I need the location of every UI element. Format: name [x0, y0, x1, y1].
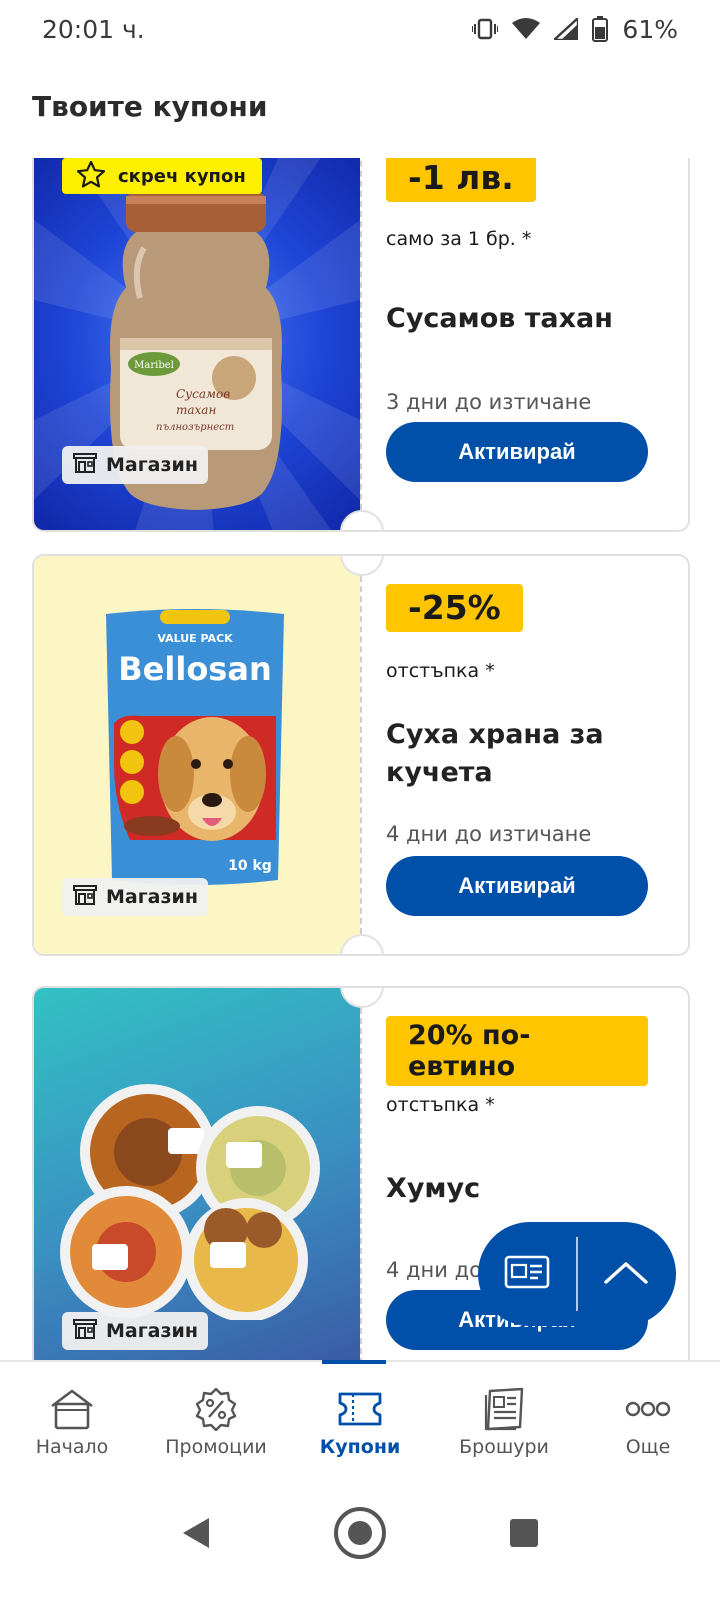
coupon-icon	[337, 1386, 383, 1432]
coupon-image: VALUE PACK Bellosan 10 kg Магазин	[34, 556, 360, 954]
page-header: Твоите купони	[0, 80, 720, 158]
product-name: Суха храна за кучета	[386, 719, 604, 788]
activate-button[interactable]: Активирай	[386, 422, 648, 482]
discount-note: отстъпка *	[386, 660, 495, 682]
store-badge: Магазин	[62, 1312, 208, 1350]
expiry-text: 3 дни до изтичане	[386, 390, 592, 414]
loyalty-card-button[interactable]	[478, 1222, 576, 1326]
product-name: Хумус	[386, 1173, 481, 1204]
brochure-icon	[482, 1386, 526, 1432]
store-icon	[72, 884, 98, 911]
chevron-up-icon	[604, 1260, 648, 1288]
discount-note: само за 1 бр. *	[386, 228, 532, 250]
coupon-list[interactable]: Maribel Сусамов тахан пълнозърнест скреч…	[0, 158, 720, 1390]
back-icon[interactable]	[181, 1516, 211, 1554]
scratch-coupon-badge: скреч купон	[62, 158, 262, 194]
wifi-icon	[512, 18, 541, 40]
svg-text:Сусамов: Сусамов	[176, 387, 230, 401]
scratch-coupon-label: скреч купон	[118, 165, 246, 187]
percent-badge-icon	[194, 1386, 238, 1432]
recents-icon[interactable]	[509, 1518, 539, 1552]
nav-coupons[interactable]: Купони	[288, 1360, 432, 1470]
nav-coupons-label: Купони	[319, 1436, 401, 1458]
svg-text:Bellosan: Bellosan	[118, 650, 271, 688]
nav-promotions[interactable]: Промоции	[144, 1362, 288, 1470]
nav-home[interactable]: Начало	[0, 1362, 144, 1470]
coupon-body: 20% по-евтино отстъпка * Хумус 4 дни до …	[386, 988, 676, 1390]
expiry-text: 4 дни до изтичане	[386, 822, 592, 846]
nav-home-label: Начало	[35, 1436, 109, 1458]
system-nav-bar	[0, 1470, 720, 1600]
svg-text:пълнозърнест: пълнозърнест	[156, 422, 234, 433]
signal-icon	[554, 18, 579, 40]
floating-action-pill	[478, 1222, 676, 1326]
card-icon	[504, 1255, 550, 1293]
store-badge: Магазин	[62, 878, 208, 916]
star-icon	[76, 160, 106, 193]
nav-brochures[interactable]: Брошури	[432, 1362, 576, 1470]
coupon-card-hummus[interactable]: Магазин 20% по-евтино отстъпка * Хумус 4…	[32, 986, 690, 1390]
discount-badge: -1 лв.	[386, 158, 536, 202]
coupon-divider	[360, 988, 362, 1390]
store-label: Магазин	[106, 454, 198, 476]
scroll-to-top-button[interactable]	[578, 1222, 674, 1326]
coupon-body: -1 лв. само за 1 бр. * Сусамов тахан 3 д…	[386, 158, 676, 530]
nav-brochures-label: Брошури	[459, 1436, 549, 1458]
svg-text:тахан: тахан	[176, 403, 216, 417]
svg-text:VALUE PACK: VALUE PACK	[157, 632, 233, 645]
page-title: Твоите купони	[32, 90, 268, 123]
battery-percent: 61%	[622, 14, 678, 44]
coupon-divider	[360, 556, 362, 954]
battery-icon	[592, 16, 609, 42]
nav-more[interactable]: Още	[576, 1362, 720, 1470]
store-badge: Магазин	[62, 446, 208, 484]
discount-note: отстъпка *	[386, 1094, 495, 1116]
store-label: Магазин	[106, 886, 198, 908]
status-time: 20:01 ч.	[42, 14, 145, 44]
hummus-tubs-image	[60, 1084, 320, 1320]
coupon-image: Магазин	[34, 988, 360, 1390]
activate-button[interactable]: Активирай	[386, 856, 648, 916]
vibrate-icon	[472, 18, 499, 40]
product-name: Сусамов тахан	[386, 303, 613, 334]
store-label: Магазин	[106, 1320, 198, 1342]
bottom-nav: Начало Промоции Купони Брошури Още	[0, 1360, 720, 1470]
active-tab-indicator	[322, 1360, 386, 1364]
svg-text:Maribel: Maribel	[134, 360, 174, 371]
coupon-card-tahini[interactable]: Maribel Сусамов тахан пълнозърнест скреч…	[32, 158, 690, 532]
dog-food-bag-image: VALUE PACK Bellosan 10 kg	[106, 609, 284, 885]
status-bar: 20:01 ч. 61%	[0, 0, 720, 58]
home-icon	[50, 1386, 94, 1432]
coupon-image: Maribel Сусамов тахан пълнозърнест скреч…	[34, 158, 360, 530]
svg-text:10 kg: 10 kg	[228, 858, 272, 874]
store-icon	[72, 1318, 98, 1345]
coupon-body: -25% отстъпка * Суха храна за кучета 4 д…	[386, 556, 676, 954]
coupon-divider	[360, 158, 362, 530]
nav-more-label: Още	[625, 1436, 671, 1458]
screen: 20:01 ч. 61% Твоите купони Maribel Сусам…	[0, 0, 720, 1600]
store-icon	[72, 452, 98, 479]
more-dots-icon	[625, 1386, 671, 1432]
nav-promotions-label: Промоции	[165, 1436, 267, 1458]
status-icons: 61%	[472, 15, 678, 44]
discount-badge: 20% по-евтино	[386, 1016, 648, 1087]
home-circle-icon[interactable]	[333, 1506, 387, 1564]
discount-badge: -25%	[386, 584, 523, 632]
coupon-card-dog-food[interactable]: VALUE PACK Bellosan 10 kg Магазин -25% о…	[32, 554, 690, 956]
